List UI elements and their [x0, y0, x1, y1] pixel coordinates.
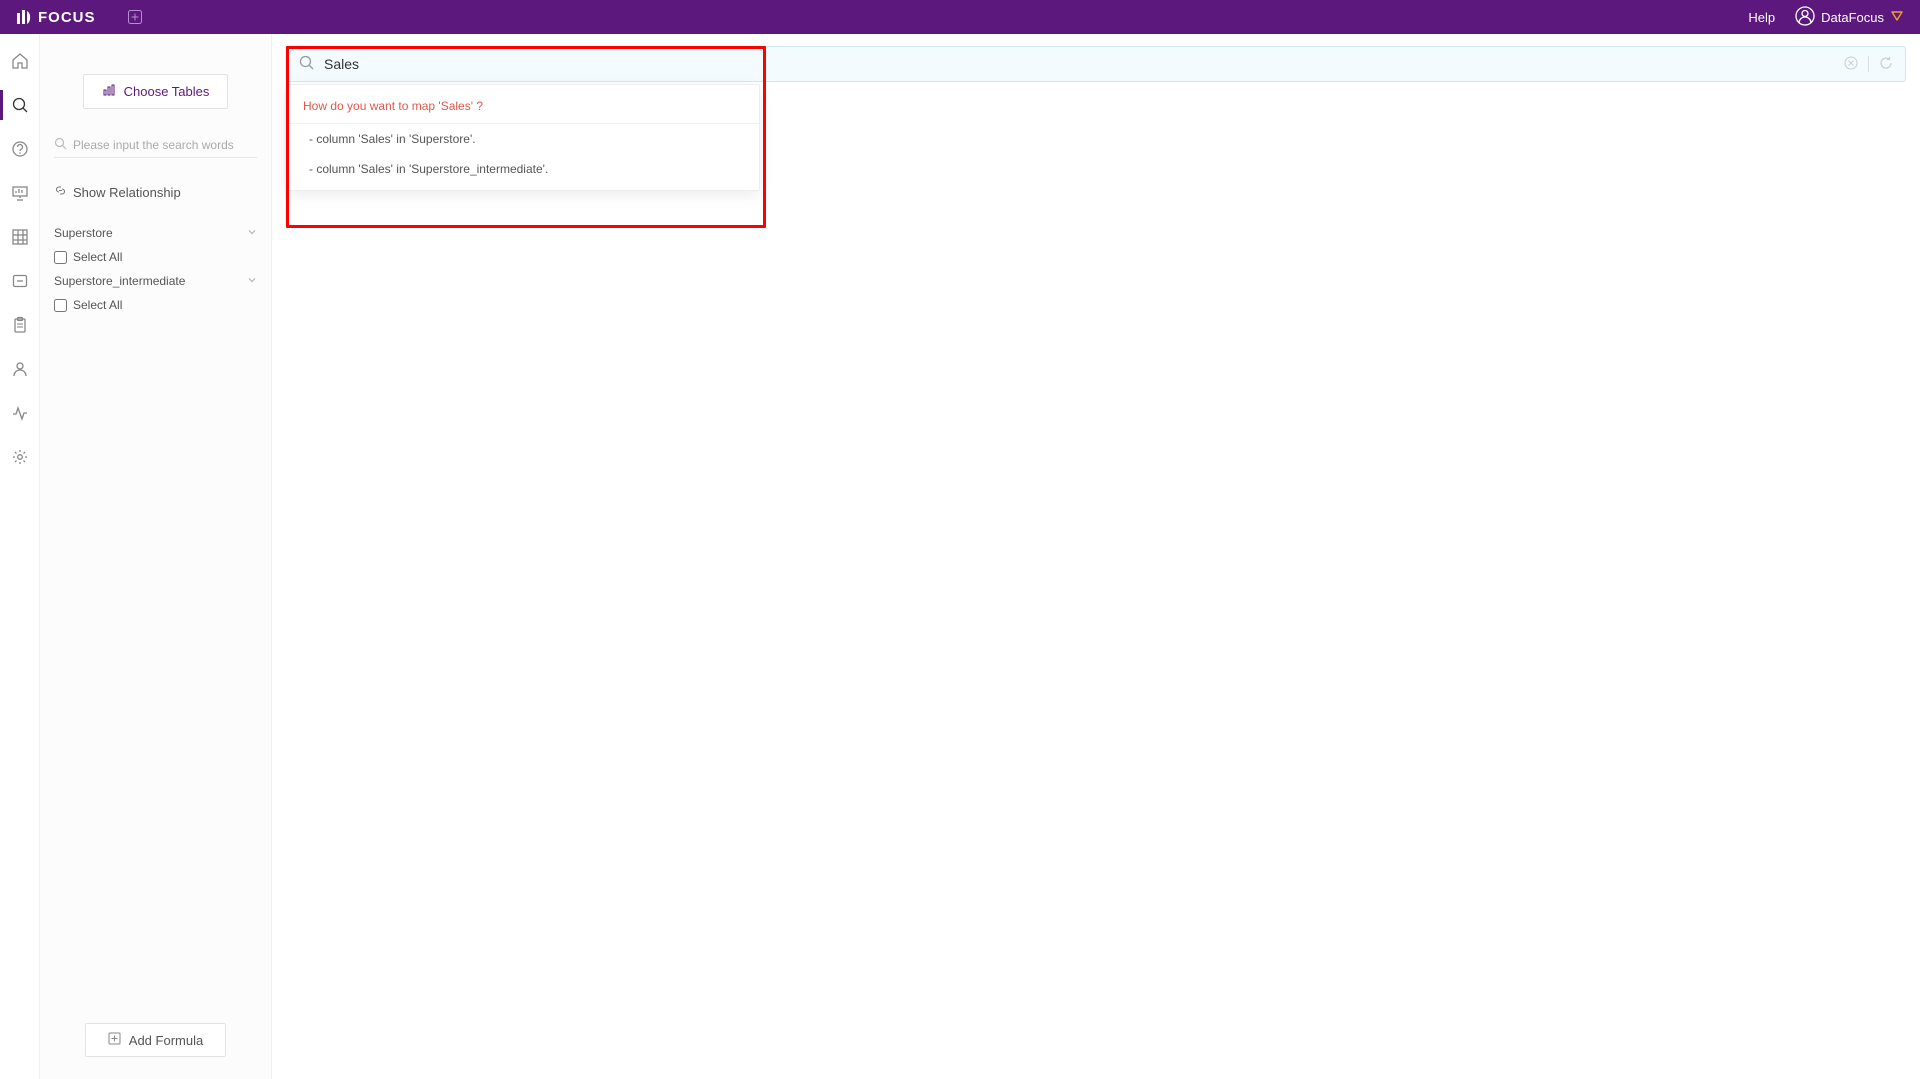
refresh-icon[interactable] — [1879, 56, 1893, 73]
nav-clipboard[interactable] — [0, 316, 39, 334]
show-relationship-label: Show Relationship — [73, 185, 181, 200]
search-bar[interactable] — [286, 46, 1906, 82]
select-all-label: Select All — [73, 250, 122, 264]
user-avatar-icon — [1795, 6, 1815, 29]
chart-icon — [102, 83, 116, 100]
side-panel: Choose Tables Show Relationship Supersto… — [40, 34, 272, 1079]
add-formula-label: Add Formula — [129, 1033, 203, 1048]
select-all-label: Select All — [73, 298, 122, 312]
nav-help[interactable] — [0, 140, 39, 158]
select-all-superstore-intermediate[interactable]: Select All — [54, 292, 257, 318]
nav-rail — [0, 34, 40, 1079]
app-name: FOCUS — [38, 9, 96, 26]
table-header-superstore-intermediate[interactable]: Superstore_intermediate — [54, 270, 257, 292]
nav-home[interactable] — [0, 52, 39, 70]
search-icon — [54, 137, 67, 153]
username-label: DataFocus — [1821, 10, 1884, 25]
help-link[interactable]: Help — [1748, 10, 1775, 25]
search-icon — [299, 55, 314, 73]
mapping-option[interactable]: - column 'Sales' in 'Superstore_intermed… — [287, 154, 759, 184]
select-all-checkbox[interactable] — [54, 251, 67, 264]
table-header-superstore[interactable]: Superstore — [54, 222, 257, 244]
plus-square-icon — [108, 1032, 121, 1048]
main-area: How do you want to map 'Sales' ? - colum… — [272, 34, 1920, 1079]
divider — [1868, 56, 1869, 72]
nav-activity[interactable] — [0, 404, 39, 422]
side-search-field[interactable] — [54, 133, 257, 158]
top-bar: FOCUS Help DataFocus — [0, 0, 1920, 34]
side-search-input[interactable] — [73, 138, 257, 152]
chevron-down-icon — [247, 274, 257, 288]
search-input[interactable] — [324, 56, 1834, 72]
mapping-prompt: How do you want to map 'Sales' ? — [287, 93, 759, 124]
nav-search[interactable] — [0, 96, 39, 114]
table-name: Superstore_intermediate — [54, 274, 185, 288]
chevron-down-icon — [247, 226, 257, 240]
logo-bars-icon — [16, 9, 32, 25]
app-logo[interactable]: FOCUS — [16, 9, 96, 26]
add-formula-button[interactable]: Add Formula — [85, 1023, 226, 1057]
choose-tables-label: Choose Tables — [124, 84, 210, 99]
user-menu[interactable]: DataFocus — [1795, 6, 1904, 29]
mapping-dropdown: How do you want to map 'Sales' ? - colum… — [286, 84, 760, 191]
new-tab-button[interactable] — [126, 8, 144, 26]
select-all-checkbox[interactable] — [54, 299, 67, 312]
show-relationship-link[interactable]: Show Relationship — [54, 184, 257, 200]
nav-folder[interactable] — [0, 272, 39, 290]
user-badge-icon — [1890, 9, 1904, 26]
mapping-option[interactable]: - column 'Sales' in 'Superstore'. — [287, 124, 759, 154]
nav-presentation[interactable] — [0, 184, 39, 202]
select-all-superstore[interactable]: Select All — [54, 244, 257, 270]
choose-tables-button[interactable]: Choose Tables — [83, 74, 229, 109]
nav-user[interactable] — [0, 360, 39, 378]
nav-settings[interactable] — [0, 448, 39, 466]
clear-icon[interactable] — [1844, 56, 1858, 73]
nav-data[interactable] — [0, 228, 39, 246]
link-icon — [54, 184, 67, 200]
table-name: Superstore — [54, 226, 113, 240]
